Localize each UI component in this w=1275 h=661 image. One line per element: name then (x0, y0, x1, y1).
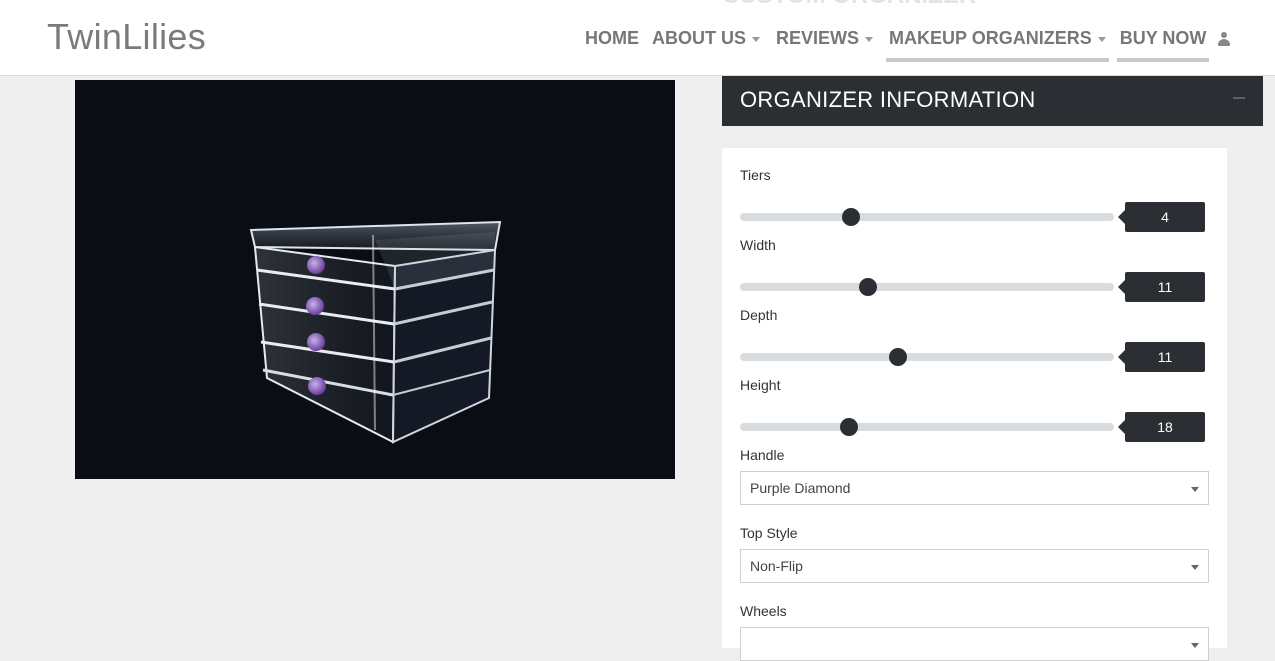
product-image (75, 80, 675, 479)
handle-label: Handle (740, 447, 785, 463)
nav-reviews-label: REVIEWS (776, 28, 860, 48)
width-slider-handle[interactable] (859, 278, 877, 296)
nav-reviews[interactable]: REVIEWS (776, 28, 874, 49)
knob-4 (308, 377, 326, 395)
knob-3 (307, 333, 325, 351)
tiers-value: 4 (1118, 202, 1205, 232)
nav-buy-now-label: BUY NOW (1119, 28, 1207, 48)
depth-slider-handle[interactable] (889, 348, 907, 366)
width-value: 11 (1118, 272, 1205, 302)
nav-home-label: HOME (585, 28, 639, 48)
height-value: 18 (1118, 412, 1205, 442)
brand-logo[interactable]: TwinLilies (47, 16, 206, 58)
nav-makeup-organizers-label: MAKEUP ORGANIZERS (889, 28, 1092, 48)
chevron-down-icon (1191, 487, 1199, 492)
height-slider-handle[interactable] (840, 418, 858, 436)
nav-buy-now[interactable]: BUY NOW (1116, 28, 1210, 62)
tiers-slider-handle[interactable] (842, 208, 860, 226)
acrylic-organizer-illustration (249, 220, 502, 444)
nav-about-us[interactable]: ABOUT US (652, 28, 760, 49)
section-title: ORGANIZER INFORMATION (740, 87, 1036, 112)
collapse-icon[interactable] (1233, 97, 1245, 99)
knob-2 (306, 297, 324, 315)
depth-value: 11 (1118, 342, 1205, 372)
site-header: TwinLilies HOME ABOUT US REVIEWS MAKEUP … (0, 0, 1275, 76)
wheels-label: Wheels (740, 603, 787, 619)
active-nav-indicator (886, 58, 1109, 62)
organizer-form: Tiers 4 Width 11 Depth 11 Height 18 Hand… (722, 148, 1227, 661)
depth-slider[interactable] (740, 348, 1114, 366)
handle-select[interactable]: Purple Diamond (740, 471, 1209, 505)
chevron-down-icon (1097, 37, 1106, 42)
top-style-select-value: Non-Flip (750, 558, 803, 574)
width-slider[interactable] (740, 278, 1114, 296)
chevron-down-icon (1191, 643, 1199, 648)
nav-about-us-label: ABOUT US (652, 28, 746, 48)
handle-select-value: Purple Diamond (750, 480, 851, 496)
chevron-down-icon (752, 37, 760, 42)
top-style-select[interactable]: Non-Flip (740, 549, 1209, 583)
depth-label: Depth (740, 307, 778, 323)
tiers-label: Tiers (740, 167, 771, 183)
top-style-label: Top Style (740, 525, 798, 541)
height-label: Height (740, 377, 781, 393)
tiers-slider[interactable] (740, 208, 1114, 226)
main-nav: HOME ABOUT US REVIEWS MAKEUP ORGANIZERS … (585, 28, 1231, 62)
nav-makeup-organizers[interactable]: MAKEUP ORGANIZERS (886, 28, 1109, 62)
nav-home[interactable]: HOME (585, 28, 639, 49)
user-icon[interactable] (1217, 31, 1231, 47)
chevron-down-icon (1191, 565, 1199, 570)
wheels-select[interactable] (740, 627, 1209, 661)
chevron-down-icon (865, 37, 874, 42)
height-slider[interactable] (740, 418, 1114, 436)
width-label: Width (740, 237, 776, 253)
buy-now-indicator (1116, 58, 1210, 62)
page-title: CUSTOM ORGANIZER (722, 0, 976, 10)
knob-1 (307, 256, 325, 274)
